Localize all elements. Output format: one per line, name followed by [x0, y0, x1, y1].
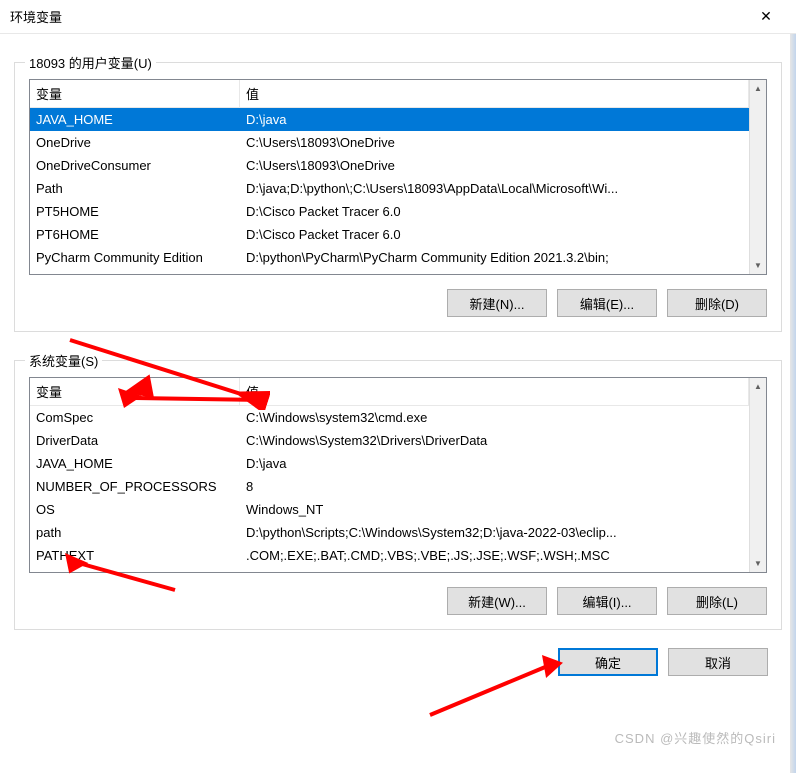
scroll-up-icon[interactable]: ▲ [750, 378, 766, 395]
table-row[interactable]: PATHEXT.COM;.EXE;.BAT;.CMD;.VBS;.VBE;.JS… [30, 544, 749, 567]
cell-value: AMD64 [240, 569, 749, 572]
system-variables-group: 系统变量(S) 变量 值 ComSpecC:\Windows\system32\… [14, 360, 782, 630]
cell-value: D:\java [240, 110, 749, 129]
table-row[interactable]: JAVA_HOMED:\java [30, 108, 749, 131]
cell-variable: PT6HOME [30, 225, 240, 244]
table-row[interactable]: TEMPC:\Users\18093\AppData\Local\Temp [30, 269, 749, 274]
cell-variable: Path [30, 179, 240, 198]
cell-variable: ComSpec [30, 408, 240, 427]
user-group-label: 18093 的用户变量(U) [25, 53, 156, 72]
table-row[interactable]: OneDriveC:\Users\18093\OneDrive [30, 131, 749, 154]
cell-value: C:\Windows\System32\Drivers\DriverData [240, 431, 749, 450]
table-row[interactable]: PT6HOMED:\Cisco Packet Tracer 6.0 [30, 223, 749, 246]
column-value[interactable]: 值 [240, 80, 749, 107]
cell-value: D:\java;D:\python\;C:\Users\18093\AppDat… [240, 179, 749, 198]
cell-variable: PyCharm Community Edition [30, 248, 240, 267]
dialog-footer: 确定 取消 [0, 630, 796, 686]
ok-button[interactable]: 确定 [558, 648, 658, 676]
titlebar: 环境变量 ✕ [0, 0, 796, 34]
delete-system-var-button[interactable]: 删除(L) [667, 587, 767, 615]
edit-system-var-button[interactable]: 编辑(I)... [557, 587, 657, 615]
cell-value: C:\Users\18093\OneDrive [240, 133, 749, 152]
cell-variable: OneDriveConsumer [30, 156, 240, 175]
table-row[interactable]: PathD:\java;D:\python\;C:\Users\18093\Ap… [30, 177, 749, 200]
user-variables-table[interactable]: 变量 值 JAVA_HOMED:\javaOneDriveC:\Users\18… [29, 79, 767, 275]
system-buttons: 新建(W)... 编辑(I)... 删除(L) [29, 587, 767, 615]
cell-value: C:\Users\18093\OneDrive [240, 156, 749, 175]
new-user-var-button[interactable]: 新建(N)... [447, 289, 547, 317]
system-variables-table[interactable]: 变量 值 ComSpecC:\Windows\system32\cmd.exeD… [29, 377, 767, 573]
table-row[interactable]: OneDriveConsumerC:\Users\18093\OneDrive [30, 154, 749, 177]
table-row[interactable]: PT5HOMED:\Cisco Packet Tracer 6.0 [30, 200, 749, 223]
scrollbar[interactable]: ▲ ▼ [749, 80, 766, 274]
scroll-up-icon[interactable]: ▲ [750, 80, 766, 97]
table-row[interactable]: PyCharm Community EditionD:\python\PyCha… [30, 246, 749, 269]
cell-variable: JAVA_HOME [30, 110, 240, 129]
cell-variable: DriverData [30, 431, 240, 450]
cell-value: D:\python\PyCharm\PyCharm Community Edit… [240, 248, 749, 267]
user-variables-group: 18093 的用户变量(U) 变量 值 JAVA_HOMED:\javaOneD… [14, 62, 782, 332]
cell-value: 8 [240, 477, 749, 496]
table-header: 变量 值 [30, 80, 749, 108]
table-row[interactable]: NUMBER_OF_PROCESSORS8 [30, 475, 749, 498]
scrollbar[interactable]: ▲ ▼ [749, 378, 766, 572]
table-row[interactable]: PROCESSOR_ARCHITECTUREAMD64 [30, 567, 749, 572]
watermark: CSDN @兴趣使然的Qsiri [615, 728, 776, 747]
cell-value: C:\Users\18093\AppData\Local\Temp [240, 271, 749, 274]
table-row[interactable]: DriverDataC:\Windows\System32\Drivers\Dr… [30, 429, 749, 452]
cell-variable: OS [30, 500, 240, 519]
cell-value: Windows_NT [240, 500, 749, 519]
system-group-label: 系统变量(S) [25, 351, 102, 370]
column-variable[interactable]: 变量 [30, 378, 240, 405]
cell-value: D:\Cisco Packet Tracer 6.0 [240, 225, 749, 244]
cell-variable: NUMBER_OF_PROCESSORS [30, 477, 240, 496]
cell-variable: path [30, 523, 240, 542]
new-system-var-button[interactable]: 新建(W)... [447, 587, 547, 615]
cell-value: D:\python\Scripts;C:\Windows\System32;D:… [240, 523, 749, 542]
cell-variable: PATHEXT [30, 546, 240, 565]
close-icon[interactable]: ✕ [746, 0, 786, 34]
cell-variable: JAVA_HOME [30, 454, 240, 473]
column-variable[interactable]: 变量 [30, 80, 240, 107]
column-value[interactable]: 值 [240, 378, 749, 405]
user-buttons: 新建(N)... 编辑(E)... 删除(D) [29, 289, 767, 317]
cell-variable: OneDrive [30, 133, 240, 152]
table-row[interactable]: pathD:\python\Scripts;C:\Windows\System3… [30, 521, 749, 544]
scroll-down-icon[interactable]: ▼ [750, 257, 766, 274]
cell-value: D:\Cisco Packet Tracer 6.0 [240, 202, 749, 221]
edit-user-var-button[interactable]: 编辑(E)... [557, 289, 657, 317]
cell-variable: PROCESSOR_ARCHITECTURE [30, 569, 240, 572]
window-edge [790, 34, 796, 773]
cell-variable: PT5HOME [30, 202, 240, 221]
cell-value: .COM;.EXE;.BAT;.CMD;.VBS;.VBE;.JS;.JSE;.… [240, 546, 749, 565]
scroll-down-icon[interactable]: ▼ [750, 555, 766, 572]
delete-user-var-button[interactable]: 删除(D) [667, 289, 767, 317]
table-header: 变量 值 [30, 378, 749, 406]
window-title: 环境变量 [10, 7, 746, 26]
table-row[interactable]: OSWindows_NT [30, 498, 749, 521]
cell-value: C:\Windows\system32\cmd.exe [240, 408, 749, 427]
table-row[interactable]: JAVA_HOMED:\java [30, 452, 749, 475]
table-row[interactable]: ComSpecC:\Windows\system32\cmd.exe [30, 406, 749, 429]
cell-variable: TEMP [30, 271, 240, 274]
cell-value: D:\java [240, 454, 749, 473]
cancel-button[interactable]: 取消 [668, 648, 768, 676]
